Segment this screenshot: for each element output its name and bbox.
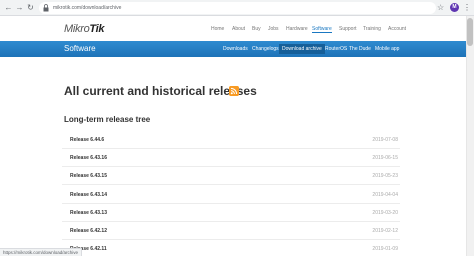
browser-toolbar: ← → ↻ mikrotik.com/download/archive ☆ M … bbox=[0, 0, 474, 16]
bookmark-star-icon[interactable]: ☆ bbox=[437, 2, 444, 13]
release-tree-heading: Long-term release tree bbox=[64, 115, 151, 124]
page-scrollbar[interactable] bbox=[466, 16, 474, 256]
lock-icon bbox=[43, 4, 49, 12]
reload-icon[interactable]: ↻ bbox=[25, 2, 36, 13]
tab-the-dude[interactable]: The Dude bbox=[346, 44, 374, 54]
nav-hardware[interactable]: Hardware bbox=[286, 26, 308, 32]
nav-account[interactable]: Account bbox=[388, 26, 406, 32]
release-row[interactable]: Release 6.43.16 2019-06-15 bbox=[62, 152, 400, 167]
tab-mobile-app[interactable]: Mobile app bbox=[372, 44, 402, 54]
release-row[interactable]: Release 6.42.12 2019-02-12 bbox=[62, 225, 400, 240]
url-text: mikrotik.com/download/archive bbox=[53, 5, 122, 11]
mikrotik-logo[interactable]: MikroTik bbox=[64, 23, 104, 35]
section-banner-title: Software bbox=[64, 44, 96, 53]
link-status-bar: https://mikrotik.com/download/archive bbox=[0, 248, 83, 256]
release-name[interactable]: Release 6.43.14 bbox=[70, 192, 107, 198]
nav-jobs[interactable]: Jobs bbox=[268, 26, 279, 32]
release-date: 2019-07-08 bbox=[372, 137, 398, 143]
release-date: 2019-03-20 bbox=[372, 210, 398, 216]
nav-buy[interactable]: Buy bbox=[252, 26, 261, 32]
release-name[interactable]: Release 6.43.13 bbox=[70, 210, 107, 216]
nav-support[interactable]: Support bbox=[339, 26, 357, 32]
nav-home[interactable]: Home bbox=[211, 26, 224, 32]
browser-menu-icon[interactable]: ⋮ bbox=[463, 2, 471, 13]
release-name[interactable]: Release 6.43.15 bbox=[70, 173, 107, 179]
release-date: 2019-04-04 bbox=[372, 192, 398, 198]
release-row[interactable]: Release 6.42.11 2019-01-09 bbox=[62, 243, 400, 256]
profile-avatar[interactable]: M bbox=[450, 3, 459, 12]
release-date: 2019-01-09 bbox=[372, 246, 398, 252]
release-row[interactable]: Release 6.43.13 2019-03-20 bbox=[62, 207, 400, 222]
release-date: 2019-06-15 bbox=[372, 155, 398, 161]
tab-download-archive[interactable]: Download archive bbox=[279, 44, 325, 54]
rss-feed-icon[interactable] bbox=[229, 86, 239, 96]
release-name[interactable]: Release 6.44.6 bbox=[70, 137, 104, 143]
nav-software[interactable]: Software bbox=[312, 26, 332, 33]
nav-about[interactable]: About bbox=[232, 26, 245, 32]
release-row[interactable]: Release 6.43.14 2019-04-04 bbox=[62, 189, 400, 204]
release-date: 2019-05-23 bbox=[372, 173, 398, 179]
nav-training[interactable]: Training bbox=[363, 26, 381, 32]
release-row[interactable]: Release 6.44.6 2019-07-08 bbox=[62, 134, 400, 149]
page-title: All current and historical releases bbox=[64, 84, 257, 98]
tab-downloads[interactable]: Downloads bbox=[220, 44, 251, 54]
tab-changelogs[interactable]: Changelogs bbox=[249, 44, 282, 54]
release-name[interactable]: Release 6.42.12 bbox=[70, 228, 107, 234]
forward-icon[interactable]: → bbox=[14, 2, 25, 13]
scrollbar-thumb[interactable] bbox=[467, 18, 473, 46]
release-name[interactable]: Release 6.43.16 bbox=[70, 155, 107, 161]
release-row[interactable]: Release 6.43.15 2019-05-23 bbox=[62, 170, 400, 185]
back-icon[interactable]: ← bbox=[3, 2, 14, 13]
address-bar[interactable]: mikrotik.com/download/archive bbox=[39, 2, 436, 14]
release-date: 2019-02-12 bbox=[372, 228, 398, 234]
